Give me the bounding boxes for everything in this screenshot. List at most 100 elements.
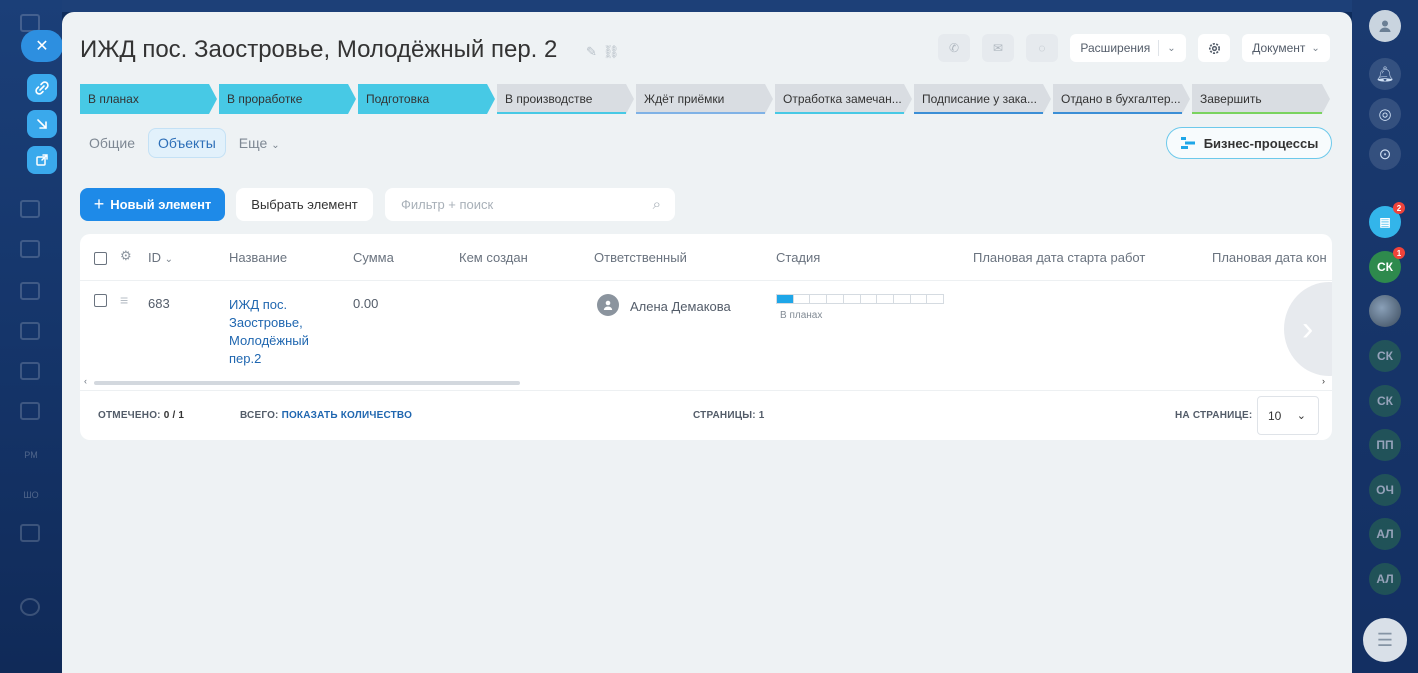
- column-header-planned-start[interactable]: Плановая дата старта работ: [973, 250, 1145, 265]
- spiral-icon: ◎: [1378, 106, 1392, 123]
- bell-icon: 🔔︎: [1375, 66, 1395, 83]
- contact-avatar[interactable]: СК: [1369, 385, 1401, 417]
- row-stage-label: В планах: [780, 310, 823, 321]
- crm-icon[interactable]: [20, 322, 40, 340]
- filter-search-input[interactable]: Фильтр + поиск ⌕: [385, 188, 675, 221]
- contact-avatar[interactable]: СК: [1369, 340, 1401, 372]
- column-header-sum[interactable]: Сумма: [353, 250, 394, 265]
- pages-count: СТРАНИЦЫ: 1: [693, 410, 765, 421]
- scroll-right-button[interactable]: ›: [1284, 282, 1332, 376]
- checked-count: ОТМЕЧЕНО: 0 / 1: [98, 410, 185, 421]
- column-header-responsible[interactable]: Ответственный: [594, 250, 687, 265]
- column-header-name[interactable]: Название: [229, 250, 287, 265]
- per-page-value: 10: [1268, 408, 1282, 423]
- row-sum: 0.00: [353, 296, 379, 311]
- chat-button[interactable]: ◌: [1026, 34, 1058, 62]
- sidebar-item-pm[interactable]: PM: [18, 450, 44, 460]
- column-header-created-by[interactable]: Кем создан: [459, 250, 528, 265]
- column-header-stage[interactable]: Стадия: [776, 250, 820, 265]
- tab-more[interactable]: Еще ⌄: [230, 129, 289, 157]
- documents-icon[interactable]: [20, 282, 40, 300]
- stage-item[interactable]: Ждёт приёмки: [636, 84, 773, 114]
- scroll-left-arrow-icon[interactable]: ‹: [84, 376, 87, 386]
- copy-link-button[interactable]: [27, 74, 57, 102]
- messenger-button[interactable]: ▤ 2: [1369, 202, 1405, 238]
- stage-item[interactable]: Отдано в бухгалтер...: [1053, 84, 1190, 114]
- chat-search-icon: ⊙: [1378, 146, 1392, 163]
- stage-item[interactable]: В планах: [80, 84, 217, 114]
- close-slider-button[interactable]: ✕: [21, 30, 63, 62]
- gear-icon: [1208, 42, 1220, 54]
- mail-icon[interactable]: [20, 362, 40, 380]
- contacts-list-button[interactable]: ☰: [1363, 618, 1407, 662]
- sidebar-item-sho[interactable]: ШО: [18, 490, 44, 500]
- stage-item-finish[interactable]: Завершить: [1192, 84, 1330, 114]
- select-element-button[interactable]: Выбрать элемент: [236, 188, 373, 221]
- horizontal-scrollbar[interactable]: [94, 381, 520, 385]
- settings-icon[interactable]: [20, 598, 40, 616]
- phone-icon: ✆: [948, 41, 960, 55]
- open-new-window-button[interactable]: [27, 146, 57, 174]
- row-actions-menu-icon[interactable]: ≡: [120, 292, 128, 308]
- stage-label: Ждёт приёмки: [644, 92, 725, 106]
- notifications-button[interactable]: 🔔︎: [1369, 58, 1401, 90]
- edit-pencil-icon[interactable]: ✎: [586, 44, 597, 60]
- contact-photo-avatar[interactable]: [1369, 295, 1401, 327]
- call-button[interactable]: ✆: [938, 34, 970, 62]
- contact-avatar[interactable]: ОЧ: [1369, 474, 1401, 506]
- column-header-planned-end[interactable]: Плановая дата кон: [1212, 250, 1327, 265]
- tasks-icon[interactable]: [20, 200, 40, 218]
- show-count-link[interactable]: ПОКАЗАТЬ КОЛИЧЕСТВО: [282, 410, 413, 421]
- stage-item[interactable]: В проработке: [219, 84, 356, 114]
- stage-item[interactable]: В производстве: [497, 84, 634, 114]
- tab-bar: Общие Объекты Еще ⌄: [80, 128, 289, 158]
- contact-avatar[interactable]: СК 1: [1369, 247, 1405, 283]
- document-dropdown[interactable]: Документ ⌄: [1242, 34, 1330, 62]
- new-element-button[interactable]: + Новый элемент: [80, 188, 225, 221]
- chat-icon: ▤: [1379, 215, 1391, 229]
- top-bar: [62, 0, 1352, 12]
- tab-objects[interactable]: Объекты: [148, 128, 226, 158]
- calendar-icon[interactable]: [20, 240, 40, 258]
- email-button[interactable]: ✉: [982, 34, 1014, 62]
- stage-progress-bar[interactable]: [776, 294, 944, 304]
- activity-button[interactable]: ◎: [1369, 98, 1401, 130]
- stage-label: Завершить: [1200, 92, 1262, 106]
- tab-general[interactable]: Общие: [80, 129, 144, 157]
- responsible-avatar[interactable]: [597, 294, 619, 316]
- extensions-dropdown[interactable]: Расширения ⌄: [1070, 34, 1186, 62]
- extensions-label: Расширения: [1080, 41, 1151, 55]
- progress-segment: [794, 295, 811, 303]
- contact-avatar[interactable]: ПП: [1369, 429, 1401, 461]
- contacts-icon[interactable]: [20, 402, 40, 420]
- avatar-badge: 1: [1393, 247, 1405, 259]
- contact-avatar[interactable]: АЛ: [1369, 518, 1401, 550]
- row-responsible[interactable]: Алена Демакова: [630, 299, 731, 314]
- row-name-link[interactable]: ИЖД пос. Заостровье, Молодёжный пер.2: [229, 296, 309, 368]
- per-page-select[interactable]: 10 ⌄: [1257, 396, 1319, 435]
- stage-item[interactable]: Отработка замечан...: [775, 84, 912, 114]
- link-icon[interactable]: ⛓︎: [603, 44, 620, 60]
- page-title: ИЖД пос. Заостровье, Молодёжный пер. 2: [80, 36, 558, 63]
- column-header-id[interactable]: ID ⌄: [148, 250, 173, 265]
- search-chats-button[interactable]: ⊙: [1369, 138, 1401, 170]
- stage-item[interactable]: Подготовка: [358, 84, 495, 114]
- contact-avatar[interactable]: АЛ: [1369, 563, 1401, 595]
- progress-segment: [927, 295, 943, 303]
- link-icon: [35, 81, 49, 95]
- scroll-right-arrow-icon[interactable]: ›: [1322, 376, 1325, 386]
- settings-button[interactable]: [1198, 34, 1230, 62]
- stage-label: В проработке: [227, 92, 303, 106]
- progress-segment: [810, 295, 828, 303]
- stage-item[interactable]: Подписание у зака...: [914, 84, 1051, 114]
- user-icon: [603, 300, 613, 310]
- search-icon[interactable]: ⌕: [653, 196, 661, 213]
- select-all-checkbox[interactable]: [94, 252, 107, 265]
- column-settings-icon[interactable]: ⚙: [120, 248, 132, 264]
- row-checkbox[interactable]: [94, 294, 107, 307]
- minimize-button[interactable]: [27, 110, 57, 138]
- store-icon[interactable]: [20, 524, 40, 542]
- business-processes-button[interactable]: Бизнес-процессы: [1166, 127, 1332, 159]
- avatar-initials: СК: [1377, 349, 1393, 363]
- user-avatar[interactable]: [1369, 10, 1401, 42]
